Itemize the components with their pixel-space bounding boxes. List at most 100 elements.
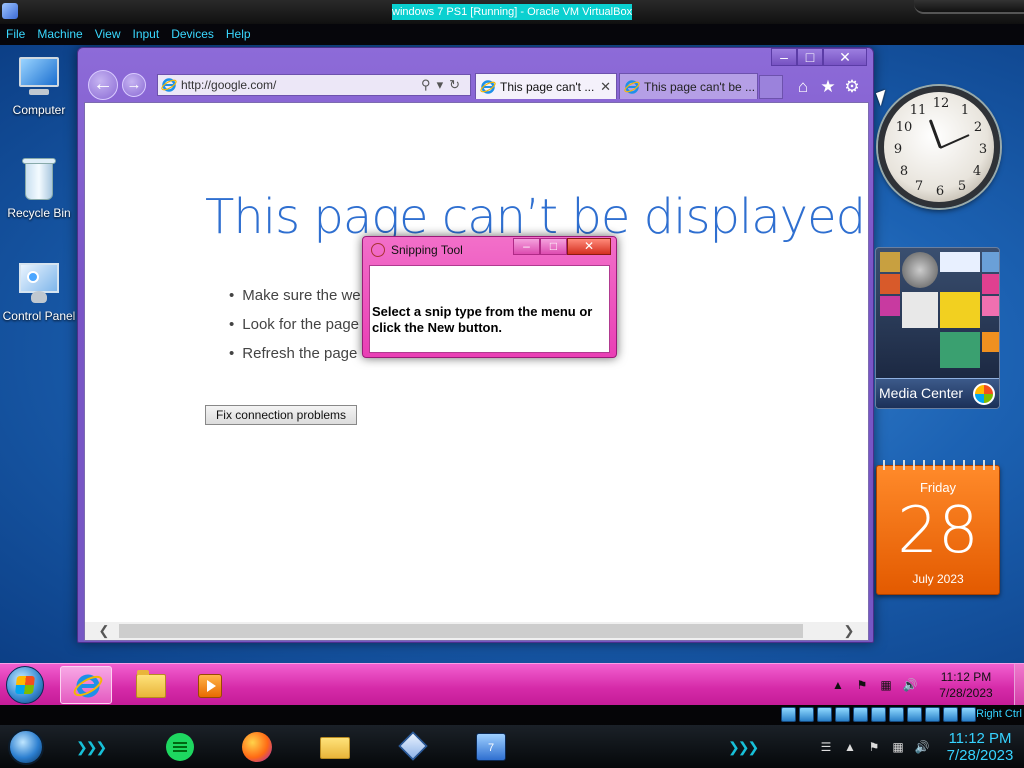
menu-machine[interactable]: Machine [31, 24, 88, 45]
taskbar-spotify[interactable] [158, 729, 198, 765]
close-button[interactable]: ✕ [567, 238, 611, 255]
keyboard-icon[interactable] [961, 707, 976, 722]
clock-number: 1 [960, 103, 970, 118]
taskbar-clock[interactable]: 11:12 PM 7/28/2023 [926, 669, 1006, 701]
list-item: Make sure the we [229, 287, 360, 316]
calendar-rings [877, 460, 999, 470]
action-center-flag-icon[interactable]: ⚑ [853, 677, 871, 693]
clock-gadget[interactable]: 12 1 2 3 4 5 6 7 8 9 10 11 [878, 86, 1000, 208]
virtualbox-logo-icon [2, 3, 18, 19]
taskbar-media-player[interactable] [184, 666, 236, 704]
scroll-right-icon[interactable]: ❯ [840, 622, 858, 640]
network-adapter-icon[interactable] [835, 707, 850, 722]
keyboard-layout-icon[interactable]: ☰ [818, 740, 834, 754]
snipping-tool-message: Select a snip type from the menu or clic… [372, 304, 593, 335]
taskbar-firefox[interactable] [236, 729, 276, 765]
address-tools: ⚲▾↻ [421, 77, 470, 93]
menu-view[interactable]: View [89, 24, 127, 45]
display-icon[interactable] [889, 707, 904, 722]
clock-number: 10 [895, 120, 913, 135]
gear-icon[interactable]: ⚙ [843, 77, 861, 97]
clock-number: 4 [972, 164, 982, 179]
media-center-bar[interactable]: Media Center [876, 378, 999, 408]
scroll-left-icon[interactable]: ❮ [95, 622, 113, 640]
tab-inactive[interactable]: This page can't be ... [619, 73, 758, 99]
shared-folders-icon[interactable] [871, 707, 886, 722]
maximize-button[interactable]: □ [540, 238, 567, 255]
taskbar-internet-explorer[interactable] [60, 666, 112, 704]
new-tab-button[interactable] [759, 75, 783, 99]
clock-number: 9 [893, 142, 903, 157]
calendar-day: Friday [919, 480, 957, 495]
volume-icon[interactable]: 🔊 [914, 740, 930, 754]
favorites-star-icon[interactable]: ★ [819, 77, 837, 97]
host-clock[interactable]: 11:12 PM 7/28/2023 [940, 730, 1020, 764]
tab-close-icon[interactable]: ✕ [600, 79, 611, 95]
media-center-gadget[interactable]: Media Center [875, 247, 1000, 409]
host-taskbar: ❯❯❯ 7 ❯❯❯ ☰ ▲ ⚑ ▦ 🔊 11:12 PM 7/28/2023 [0, 725, 1024, 768]
menu-file[interactable]: File [0, 24, 31, 45]
minimize-button[interactable]: – [513, 238, 540, 255]
calendar-date: 28 [897, 494, 979, 568]
firefox-icon [242, 732, 272, 762]
volume-icon[interactable]: 🔊 [901, 677, 919, 693]
guest-desktop: Computer Recycle Bin Control Panel – □ ✕… [0, 45, 1024, 663]
network-icon[interactable]: ▦ [890, 740, 906, 754]
optical-drive-icon[interactable] [799, 707, 814, 722]
network-icon[interactable]: ▦ [877, 677, 895, 693]
desktop-icon-control-panel[interactable]: Control Panel [1, 259, 77, 323]
desktop-icon-recycle-bin[interactable]: Recycle Bin [1, 156, 77, 220]
scroll-thumb[interactable] [119, 624, 803, 638]
start-button[interactable] [6, 666, 44, 704]
back-button[interactable]: ← [88, 70, 118, 100]
refresh-icon[interactable]: ↻ [449, 77, 466, 92]
clock-minute-hand [939, 134, 970, 149]
host-start-button[interactable] [8, 729, 44, 765]
video-capture-icon[interactable] [907, 707, 922, 722]
close-button[interactable]: ✕ [823, 48, 867, 66]
desktop-icon-computer[interactable]: Computer [1, 53, 77, 117]
hard-disk-icon[interactable] [781, 707, 796, 722]
fix-connection-button[interactable]: Fix connection problems [205, 405, 357, 425]
taskbar-windows-explorer[interactable] [124, 666, 176, 704]
show-hidden-icons-icon[interactable]: ▲ [829, 677, 847, 693]
forward-button[interactable]: → [122, 73, 146, 97]
calendar-month: July 2023 [912, 572, 964, 586]
guest-taskbar: ▲ ⚑ ▦ 🔊 11:12 PM 7/28/2023 [0, 663, 1024, 706]
notification-area: ▲ ⚑ ▦ 🔊 11:12 PM 7/28/2023 [826, 664, 1024, 706]
horizontal-scrollbar[interactable]: ❮ ❯ [85, 622, 868, 640]
virtualbox-title-bar: windows 7 PS1 [Running] - Oracle VM Virt… [0, 0, 1024, 24]
home-icon[interactable]: ⌂ [794, 77, 812, 97]
windows-logo-icon [15, 676, 35, 694]
menu-help[interactable]: Help [220, 24, 257, 45]
vm-window-icon: 7 [476, 733, 506, 761]
taskbar-file-explorer[interactable] [314, 729, 354, 765]
usb-icon[interactable] [853, 707, 868, 722]
control-panel-icon [15, 259, 63, 307]
show-desktop-button[interactable] [1014, 664, 1024, 706]
audio-icon[interactable] [817, 707, 832, 722]
taskbar-vm-window[interactable]: 7 [470, 729, 510, 765]
maximize-button[interactable]: □ [797, 48, 823, 66]
calendar-gadget[interactable]: Friday 28 July 2023 [876, 460, 1000, 595]
dropdown-icon[interactable]: ▾ [437, 77, 450, 92]
desktop-icon-label: Control Panel [2, 309, 76, 323]
minimize-button[interactable]: – [771, 48, 797, 66]
screen: windows 7 PS1 [Running] - Oracle VM Virt… [0, 0, 1024, 768]
app-tray-icon[interactable]: ▲ [842, 740, 858, 754]
window-controls-corner[interactable] [914, 0, 1024, 14]
list-item: Look for the page [229, 316, 361, 345]
menu-input[interactable]: Input [127, 24, 166, 45]
taskbar-virtualbox[interactable] [392, 729, 432, 765]
action-center-flag-icon[interactable]: ⚑ [866, 740, 882, 754]
virtualization-icon[interactable] [925, 707, 940, 722]
url-text[interactable]: http://google.com/ [181, 78, 421, 92]
menu-devices[interactable]: Devices [165, 24, 220, 45]
tab-title: This page can't ... [500, 79, 595, 94]
mouse-integration-icon[interactable] [943, 707, 958, 722]
tab-active[interactable]: This page can't ... ✕ [475, 73, 617, 99]
window-controls: – □ ✕ [513, 238, 611, 255]
address-bar[interactable]: http://google.com/ ⚲▾↻ [157, 74, 471, 96]
search-icon[interactable]: ⚲ [421, 77, 437, 92]
media-center-label: Media Center [879, 385, 964, 401]
